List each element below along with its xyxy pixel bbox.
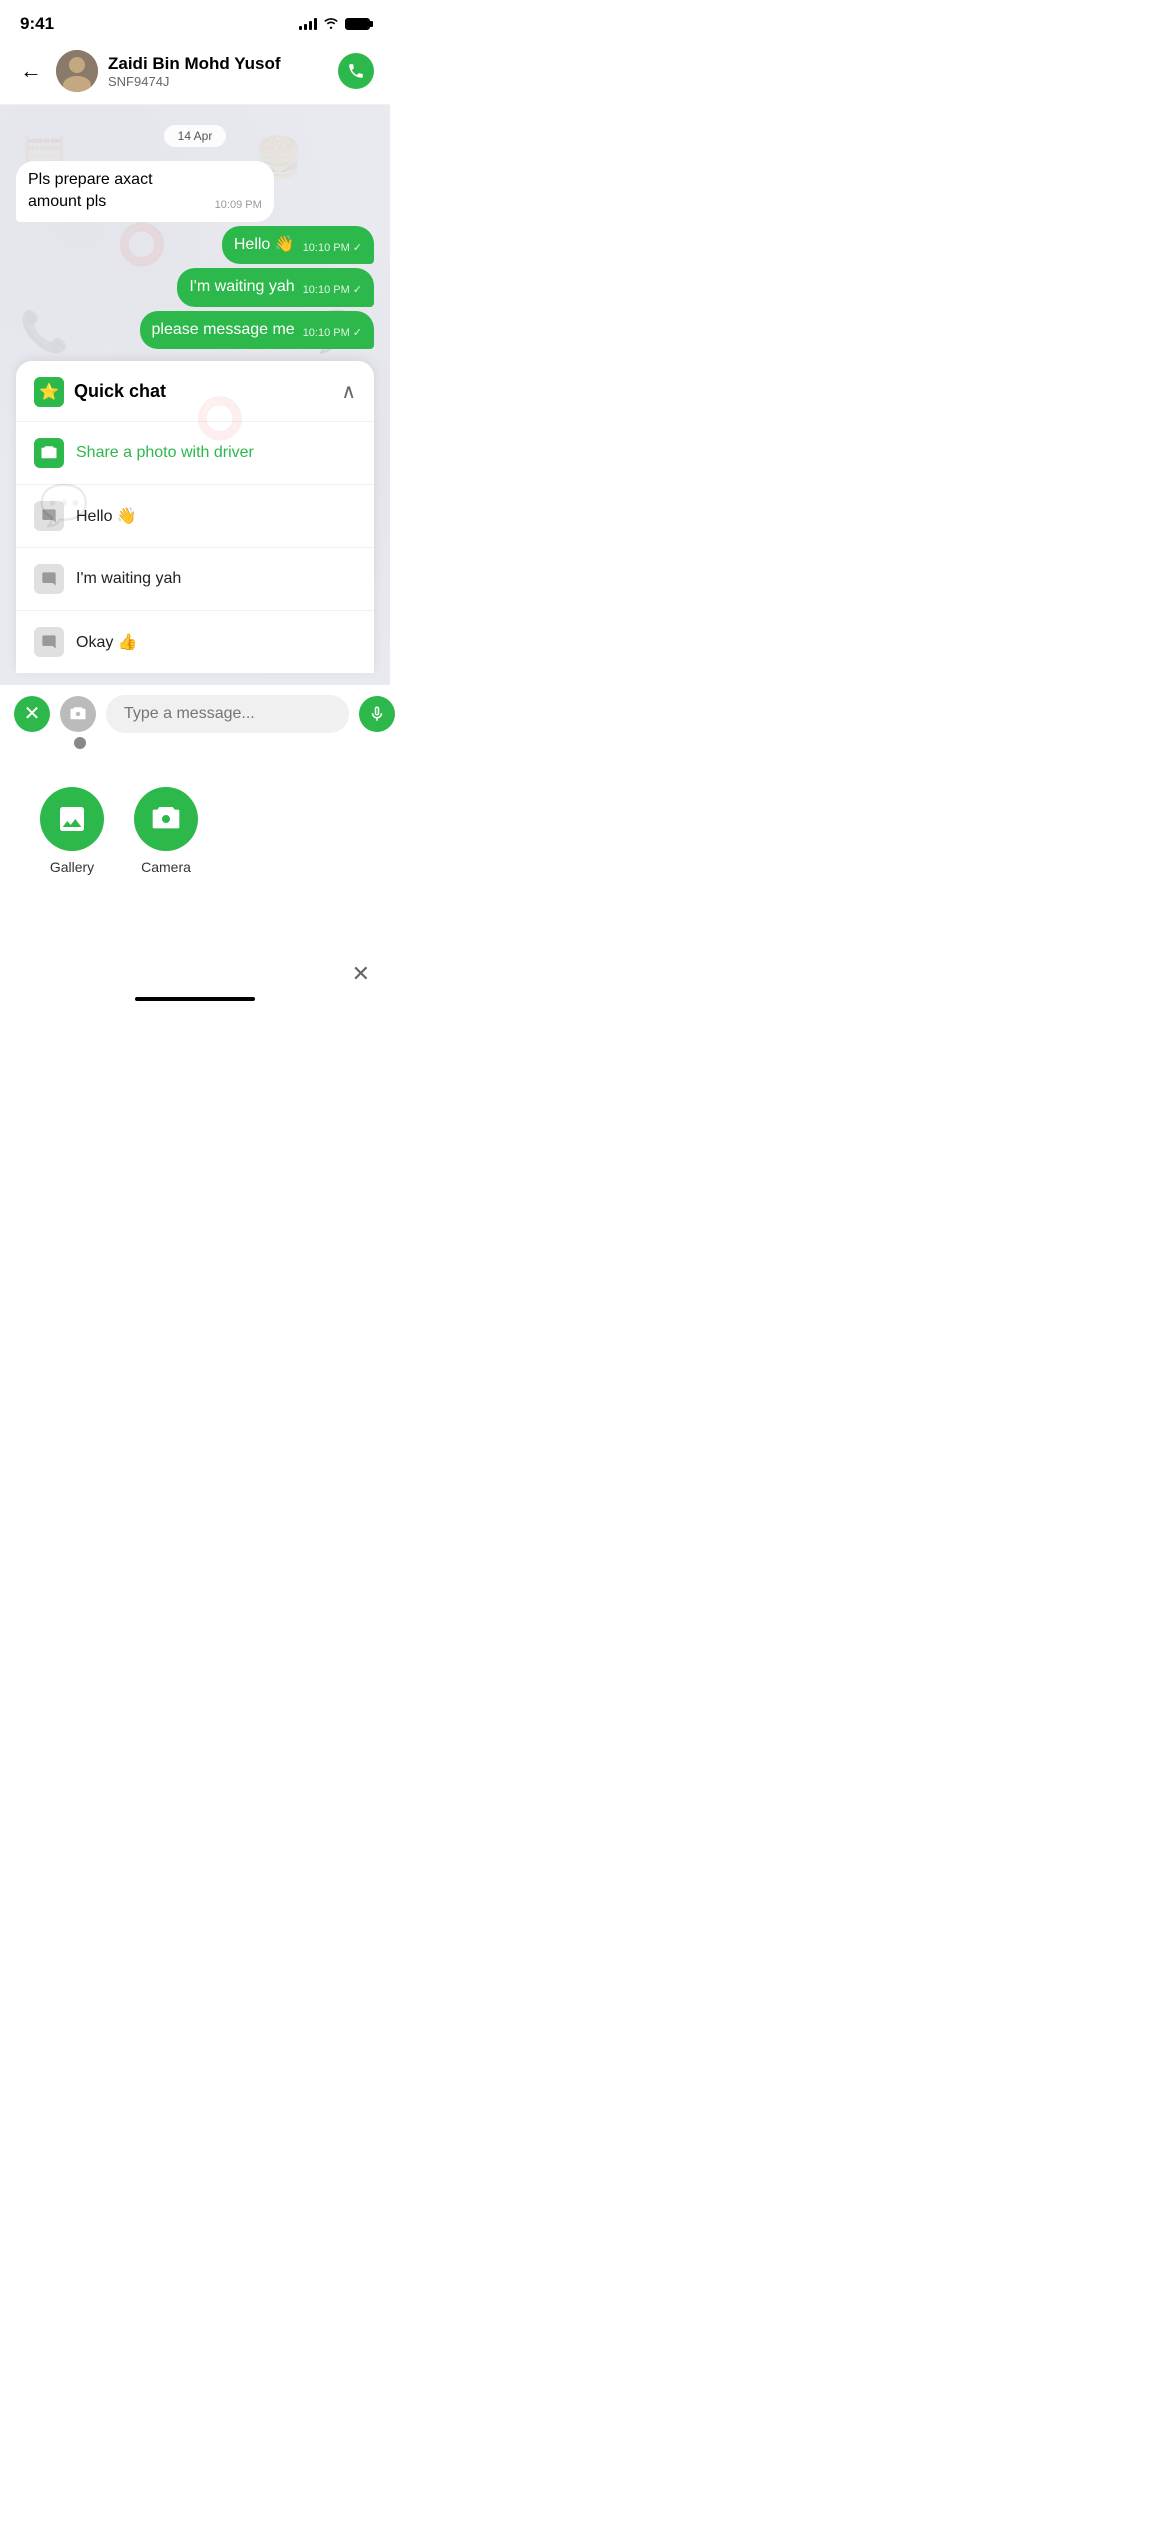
back-button[interactable]: ←: [16, 54, 46, 88]
chat-icon: [34, 564, 64, 594]
status-time: 9:41: [20, 14, 54, 34]
vehicle-id: SNF9474J: [108, 74, 338, 89]
okay-label: Okay 👍: [76, 632, 138, 652]
message-time: 10:10 PM ✓: [303, 283, 362, 298]
close-quick-chat-button[interactable]: ✕: [14, 696, 50, 732]
list-item[interactable]: I'm waiting yah: [16, 548, 374, 611]
avatar: [56, 50, 98, 92]
list-item[interactable]: Share a photo with driver: [16, 422, 374, 485]
input-row: ✕: [14, 695, 376, 733]
battery-icon: [345, 18, 370, 30]
table-row: I'm waiting yah 10:10 PM ✓: [16, 268, 374, 306]
message-bubble-right: Hello 👋 10:10 PM ✓: [222, 226, 374, 264]
camera-icon: [34, 438, 64, 468]
quick-chat-panel: ⭐ Quick chat ∧ Share a photo with driver…: [16, 361, 374, 673]
hello-label: Hello 👋: [76, 506, 137, 526]
list-item[interactable]: Okay 👍: [16, 611, 374, 673]
waiting-label: I'm waiting yah: [76, 570, 181, 588]
date-badge: 14 Apr: [164, 125, 227, 147]
gallery-label: Gallery: [50, 859, 94, 875]
chat-icon: [34, 627, 64, 657]
home-area: ✕: [0, 891, 390, 1011]
contact-name: Zaidi Bin Mohd Yusof: [108, 54, 338, 74]
message-time: 10:10 PM ✓: [303, 326, 362, 341]
chat-header: ← Zaidi Bin Mohd Yusof SNF9474J: [0, 42, 390, 105]
chat-area: 🧮 🍔 ⭕ 📞 💬 ⭕ 💬 📱 14 Apr Pls prepare axact…: [0, 105, 390, 685]
close-x-button[interactable]: ✕: [352, 961, 370, 987]
table-row: Pls prepare axact amount pls 10:09 PM: [16, 161, 374, 222]
message-text: please message me: [152, 319, 295, 341]
camera-photo-icon: [134, 787, 198, 851]
mic-button[interactable]: [359, 696, 395, 732]
message-time: 10:09 PM: [215, 198, 262, 213]
collapse-button[interactable]: ∧: [341, 379, 356, 404]
message-input[interactable]: [106, 695, 349, 733]
message-text: Pls prepare axact amount pls: [28, 169, 207, 214]
header-info: Zaidi Bin Mohd Yusof SNF9474J: [108, 54, 338, 89]
signal-icon: [299, 18, 317, 30]
camera-option[interactable]: Camera: [134, 787, 198, 875]
status-bar: 9:41: [0, 0, 390, 42]
message-time: 10:10 PM ✓: [303, 241, 362, 256]
date-separator: 14 Apr: [16, 125, 374, 147]
share-photo-label: Share a photo with driver: [76, 444, 254, 462]
bottom-bar: ✕: [0, 685, 390, 761]
message-bubble-right: I'm waiting yah 10:10 PM ✓: [177, 268, 374, 306]
call-button[interactable]: [338, 53, 374, 89]
table-row: please message me 10:10 PM ✓: [16, 311, 374, 349]
message-text: Hello 👋: [234, 234, 295, 256]
message-bubble-right: please message me 10:10 PM ✓: [140, 311, 375, 349]
recording-indicator: [74, 737, 86, 749]
message-bubble-left: Pls prepare axact amount pls 10:09 PM: [16, 161, 274, 222]
quick-chat-title-row: ⭐ Quick chat: [34, 377, 166, 407]
camera-label: Camera: [141, 859, 191, 875]
list-item[interactable]: Hello 👋: [16, 485, 374, 548]
wifi-icon: [323, 16, 339, 32]
camera-small-button[interactable]: [60, 696, 96, 732]
photo-options-area: Gallery Camera: [0, 761, 390, 891]
home-indicator: [135, 997, 255, 1001]
gallery-icon: [40, 787, 104, 851]
quick-chat-title: Quick chat: [74, 381, 166, 402]
quick-chat-star-icon: ⭐: [34, 377, 64, 407]
message-text: I'm waiting yah: [189, 276, 294, 298]
photo-options: Gallery Camera: [20, 771, 370, 885]
status-icons: [299, 16, 370, 32]
chat-icon: [34, 501, 64, 531]
table-row: Hello 👋 10:10 PM ✓: [16, 226, 374, 264]
gallery-option[interactable]: Gallery: [40, 787, 104, 875]
quick-chat-header: ⭐ Quick chat ∧: [16, 361, 374, 422]
